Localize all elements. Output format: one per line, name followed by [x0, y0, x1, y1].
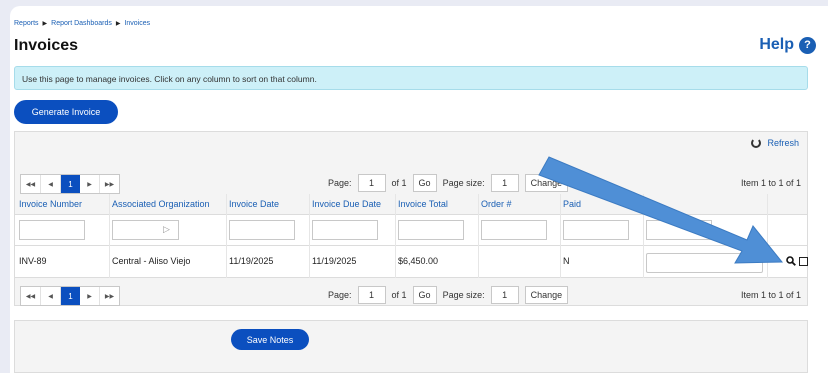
col-invoice-total[interactable]: Invoice Total [398, 199, 448, 209]
of-label: of 1 [391, 290, 407, 300]
cell-due-date: 11/19/2025 [312, 256, 357, 266]
of-label: of 1 [391, 178, 407, 188]
next-page-icon[interactable]: ▶ [80, 287, 100, 305]
filter-invoice-date[interactable] [229, 220, 295, 240]
help-icon: ? [799, 36, 816, 54]
page-size-label: Page size: [442, 178, 485, 188]
pager-bottom: ◀◀ ◀ 1 ▶ ▶▶ Page: 1 of 1 Go Page size: 1… [15, 282, 807, 308]
filter-organization[interactable]: ▷ [112, 220, 179, 240]
cell-invoice-date: 11/19/2025 [229, 256, 274, 266]
filter-row: ▷ [15, 215, 807, 245]
prev-page-icon[interactable]: ◀ [41, 175, 61, 193]
page-label: Page: [328, 290, 352, 300]
cell-invoice-number[interactable]: INV-89 [19, 256, 47, 266]
breadcrumb-reports[interactable]: Reports [14, 20, 39, 27]
go-button[interactable]: Go [412, 174, 437, 192]
help-label: Help [759, 36, 794, 53]
pager-nav: ◀◀ ◀ 1 ▶ ▶▶ [20, 286, 120, 306]
filter-invoice-number[interactable] [19, 220, 85, 240]
save-notes-button[interactable]: Save Notes [231, 329, 309, 350]
generate-invoice-button[interactable]: Generate Invoice [14, 100, 118, 124]
column-divider [478, 194, 479, 278]
change-button[interactable]: Change [524, 174, 569, 192]
col-associated-organization[interactable]: Associated Organization [112, 199, 210, 209]
pager-nav: ◀◀ ◀ 1 ▶ ▶▶ [20, 174, 120, 194]
last-page-icon[interactable]: ▶▶ [100, 175, 119, 193]
invoice-grid: Refresh ◀◀ ◀ 1 ▶ ▶▶ Page: 1 of 1 Go Page… [14, 131, 808, 306]
col-order-number[interactable]: Order # [481, 199, 512, 209]
column-divider [643, 194, 644, 278]
search-icon[interactable] [786, 256, 796, 266]
breadcrumb-separator-icon: ▶ [115, 21, 121, 27]
breadcrumb-separator-icon: ▶ [42, 21, 48, 27]
filter-invoice-total[interactable] [398, 220, 464, 240]
breadcrumb: Reports ▶ Report Dashboards ▶ Invoices [14, 20, 150, 27]
col-invoice-due-date[interactable]: Invoice Due Date [312, 199, 381, 209]
filter-notes[interactable] [646, 220, 712, 240]
page-title: Invoices [14, 37, 79, 54]
cell-invoice-total: $6,450.00 [398, 256, 439, 266]
notes-input[interactable] [646, 253, 763, 273]
refresh-icon [751, 138, 762, 148]
filter-due-date[interactable] [312, 220, 378, 240]
page-size-input[interactable]: 1 [490, 174, 519, 192]
first-page-icon[interactable]: ◀◀ [21, 287, 41, 305]
help-link[interactable]: Help ? [759, 36, 816, 54]
page-size-label: Page size: [442, 290, 485, 300]
column-divider [395, 194, 396, 278]
filter-paid[interactable] [563, 220, 629, 240]
col-invoice-number[interactable]: Invoice Number [19, 199, 82, 209]
pager-item-info: Item 1 to 1 of 1 [740, 178, 801, 188]
page-label: Page: [328, 178, 352, 188]
column-divider [109, 194, 110, 278]
current-page-button[interactable]: 1 [61, 287, 80, 305]
go-button[interactable]: Go [412, 286, 437, 304]
col-paid[interactable]: Paid [563, 199, 581, 209]
first-page-icon[interactable]: ◀◀ [21, 175, 41, 193]
cell-organization: Central - Aliso Viejo [112, 256, 191, 266]
column-divider [309, 194, 310, 278]
column-divider [226, 194, 227, 278]
page-size-input[interactable]: 1 [490, 286, 519, 304]
pager-controls: Page: 1 of 1 Go Page size: 1 Change [328, 174, 569, 192]
change-button[interactable]: Change [524, 286, 569, 304]
column-divider [767, 194, 768, 278]
cell-paid: N [563, 256, 570, 266]
current-page-button[interactable]: 1 [61, 175, 80, 193]
breadcrumb-report-dashboards[interactable]: Report Dashboards [51, 20, 112, 27]
table-row[interactable]: INV-89 Central - Aliso Viejo 11/19/2025 … [15, 245, 808, 278]
page-input[interactable]: 1 [357, 286, 386, 304]
refresh-label: Refresh [767, 138, 799, 148]
pager-item-info: Item 1 to 1 of 1 [740, 290, 801, 300]
col-invoice-date[interactable]: Invoice Date [229, 199, 279, 209]
column-divider [560, 194, 561, 278]
page-input[interactable]: 1 [357, 174, 386, 192]
row-checkbox[interactable] [799, 257, 808, 266]
prev-page-icon[interactable]: ◀ [41, 287, 61, 305]
breadcrumb-invoices[interactable]: Invoices [124, 20, 150, 27]
refresh-button[interactable]: Refresh [751, 138, 799, 148]
pager-controls: Page: 1 of 1 Go Page size: 1 Change [328, 286, 569, 304]
notes-panel [14, 320, 808, 373]
pager-top: ◀◀ ◀ 1 ▶ ▶▶ Page: 1 of 1 Go Page size: 1… [15, 170, 807, 196]
filter-dropdown-icon: ▷ [163, 224, 170, 234]
info-bar: Use this page to manage invoices. Click … [14, 66, 808, 90]
last-page-icon[interactable]: ▶▶ [100, 287, 119, 305]
filter-order-number[interactable] [481, 220, 547, 240]
next-page-icon[interactable]: ▶ [80, 175, 100, 193]
